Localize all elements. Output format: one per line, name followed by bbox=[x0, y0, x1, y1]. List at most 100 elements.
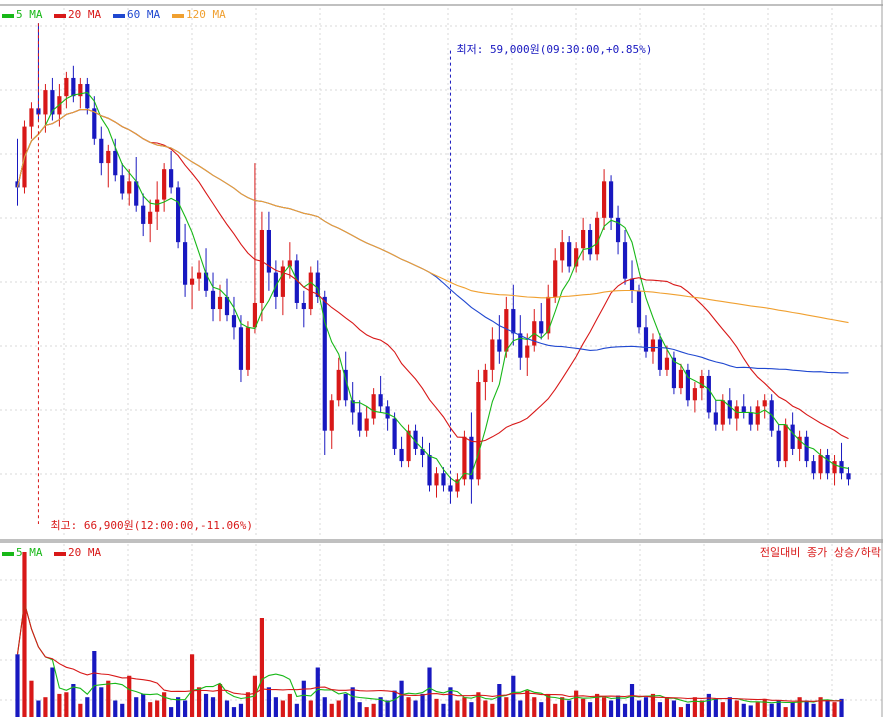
candle-body[interactable] bbox=[811, 461, 816, 474]
volume-bar[interactable] bbox=[601, 697, 607, 717]
volume-bar[interactable] bbox=[608, 700, 614, 717]
volume-bar[interactable] bbox=[469, 702, 474, 717]
volume-bar[interactable] bbox=[329, 703, 334, 717]
volume-bar[interactable] bbox=[504, 697, 509, 717]
volume-bar[interactable] bbox=[664, 697, 670, 717]
volume-bar[interactable] bbox=[148, 702, 153, 717]
volume-bar[interactable] bbox=[615, 695, 621, 717]
volume-bar[interactable] bbox=[371, 703, 376, 717]
volume-bar[interactable] bbox=[434, 698, 439, 717]
volume-bar[interactable] bbox=[671, 700, 677, 717]
volume-bar[interactable] bbox=[99, 687, 104, 717]
candle-body[interactable] bbox=[441, 473, 446, 486]
candle-body[interactable] bbox=[804, 436, 809, 462]
candle-body[interactable] bbox=[825, 455, 830, 474]
volume-bar[interactable] bbox=[92, 651, 97, 717]
candle-body[interactable] bbox=[755, 406, 760, 425]
candle-body[interactable] bbox=[301, 302, 306, 310]
candle-body[interactable] bbox=[217, 296, 223, 310]
candle-body[interactable] bbox=[210, 290, 216, 310]
volume-bar[interactable] bbox=[783, 707, 788, 717]
candle-body[interactable] bbox=[657, 339, 663, 370]
candle-body[interactable] bbox=[490, 339, 495, 370]
volume-bar[interactable] bbox=[71, 684, 76, 717]
candle-body[interactable] bbox=[818, 455, 823, 474]
volume-bar[interactable] bbox=[322, 697, 327, 717]
volume-bar[interactable] bbox=[643, 697, 649, 717]
volume-bar[interactable] bbox=[385, 700, 390, 717]
volume-bar[interactable] bbox=[776, 700, 781, 717]
candle-body[interactable] bbox=[706, 375, 711, 413]
candle-body[interactable] bbox=[113, 150, 118, 176]
volume-bar[interactable] bbox=[413, 700, 418, 717]
candle-body[interactable] bbox=[629, 278, 635, 291]
volume-bar[interactable] bbox=[483, 700, 488, 717]
candle-body[interactable] bbox=[169, 169, 174, 188]
volume-bar[interactable] bbox=[245, 692, 251, 717]
volume-bar[interactable] bbox=[57, 693, 62, 717]
volume-bar[interactable] bbox=[273, 697, 278, 717]
volume-bar[interactable] bbox=[720, 702, 725, 717]
volume-bar[interactable] bbox=[343, 693, 348, 717]
volume-bar[interactable] bbox=[441, 703, 446, 717]
candle-body[interactable] bbox=[106, 150, 111, 164]
candle-body[interactable] bbox=[748, 412, 753, 425]
candle-body[interactable] bbox=[231, 315, 237, 328]
candle-body[interactable] bbox=[155, 199, 160, 212]
candle-body[interactable] bbox=[518, 333, 523, 358]
candle-body[interactable] bbox=[176, 187, 181, 243]
volume-bar[interactable] bbox=[825, 700, 830, 717]
candle-body[interactable] bbox=[595, 217, 600, 255]
candle-body[interactable] bbox=[650, 339, 656, 352]
volume-bar[interactable] bbox=[462, 697, 467, 717]
candle-body[interactable] bbox=[329, 400, 334, 431]
volume-bar[interactable] bbox=[532, 697, 537, 717]
volume-bar[interactable] bbox=[588, 702, 593, 717]
volume-bar[interactable] bbox=[525, 690, 530, 717]
volume-bar[interactable] bbox=[755, 702, 760, 717]
candle-body[interactable] bbox=[29, 108, 34, 127]
volume-bar[interactable] bbox=[636, 700, 642, 717]
candle-body[interactable] bbox=[364, 418, 369, 431]
volume-bar[interactable] bbox=[685, 703, 690, 717]
volume-bar[interactable] bbox=[560, 697, 565, 717]
volume-bar[interactable] bbox=[657, 702, 663, 717]
volume-bar[interactable] bbox=[266, 687, 271, 717]
candle-body[interactable] bbox=[189, 278, 195, 285]
volume-bar[interactable] bbox=[85, 697, 90, 717]
volume-bar[interactable] bbox=[196, 687, 202, 717]
candle-body[interactable] bbox=[497, 339, 502, 352]
volume-bar[interactable] bbox=[839, 698, 844, 717]
candle-body[interactable] bbox=[846, 473, 851, 480]
volume-bar[interactable] bbox=[406, 697, 411, 717]
volume-bar[interactable] bbox=[574, 690, 579, 717]
candle-body[interactable] bbox=[581, 229, 586, 249]
volume-bar[interactable] bbox=[189, 654, 195, 717]
volume-bar[interactable] bbox=[280, 700, 285, 717]
candle-body[interactable] bbox=[196, 272, 202, 279]
candle-body[interactable] bbox=[783, 424, 788, 462]
volume-bar[interactable] bbox=[553, 703, 558, 717]
volume-bar[interactable] bbox=[141, 693, 146, 717]
volume-bar[interactable] bbox=[497, 684, 502, 717]
candle-body[interactable] bbox=[280, 266, 285, 297]
candle-body[interactable] bbox=[371, 394, 376, 419]
candle-body[interactable] bbox=[99, 138, 104, 164]
candle-body[interactable] bbox=[699, 375, 704, 389]
volume-bar[interactable] bbox=[678, 707, 684, 717]
candle-body[interactable] bbox=[120, 175, 125, 194]
volume-bar[interactable] bbox=[420, 693, 425, 717]
volume-bar[interactable] bbox=[294, 703, 299, 717]
volume-bar[interactable] bbox=[713, 698, 718, 717]
volume-bar[interactable] bbox=[43, 697, 48, 717]
candle-body[interactable] bbox=[182, 242, 188, 285]
candle-body[interactable] bbox=[148, 211, 153, 224]
volume-bar[interactable] bbox=[106, 680, 111, 717]
volume-bar[interactable] bbox=[629, 684, 635, 717]
volume-bar[interactable] bbox=[336, 700, 341, 717]
volume-bar[interactable] bbox=[182, 700, 188, 717]
volume-panel[interactable] bbox=[15, 552, 844, 717]
candle-body[interactable] bbox=[399, 448, 404, 462]
volume-bar[interactable] bbox=[811, 703, 816, 717]
candle-body[interactable] bbox=[245, 327, 251, 370]
